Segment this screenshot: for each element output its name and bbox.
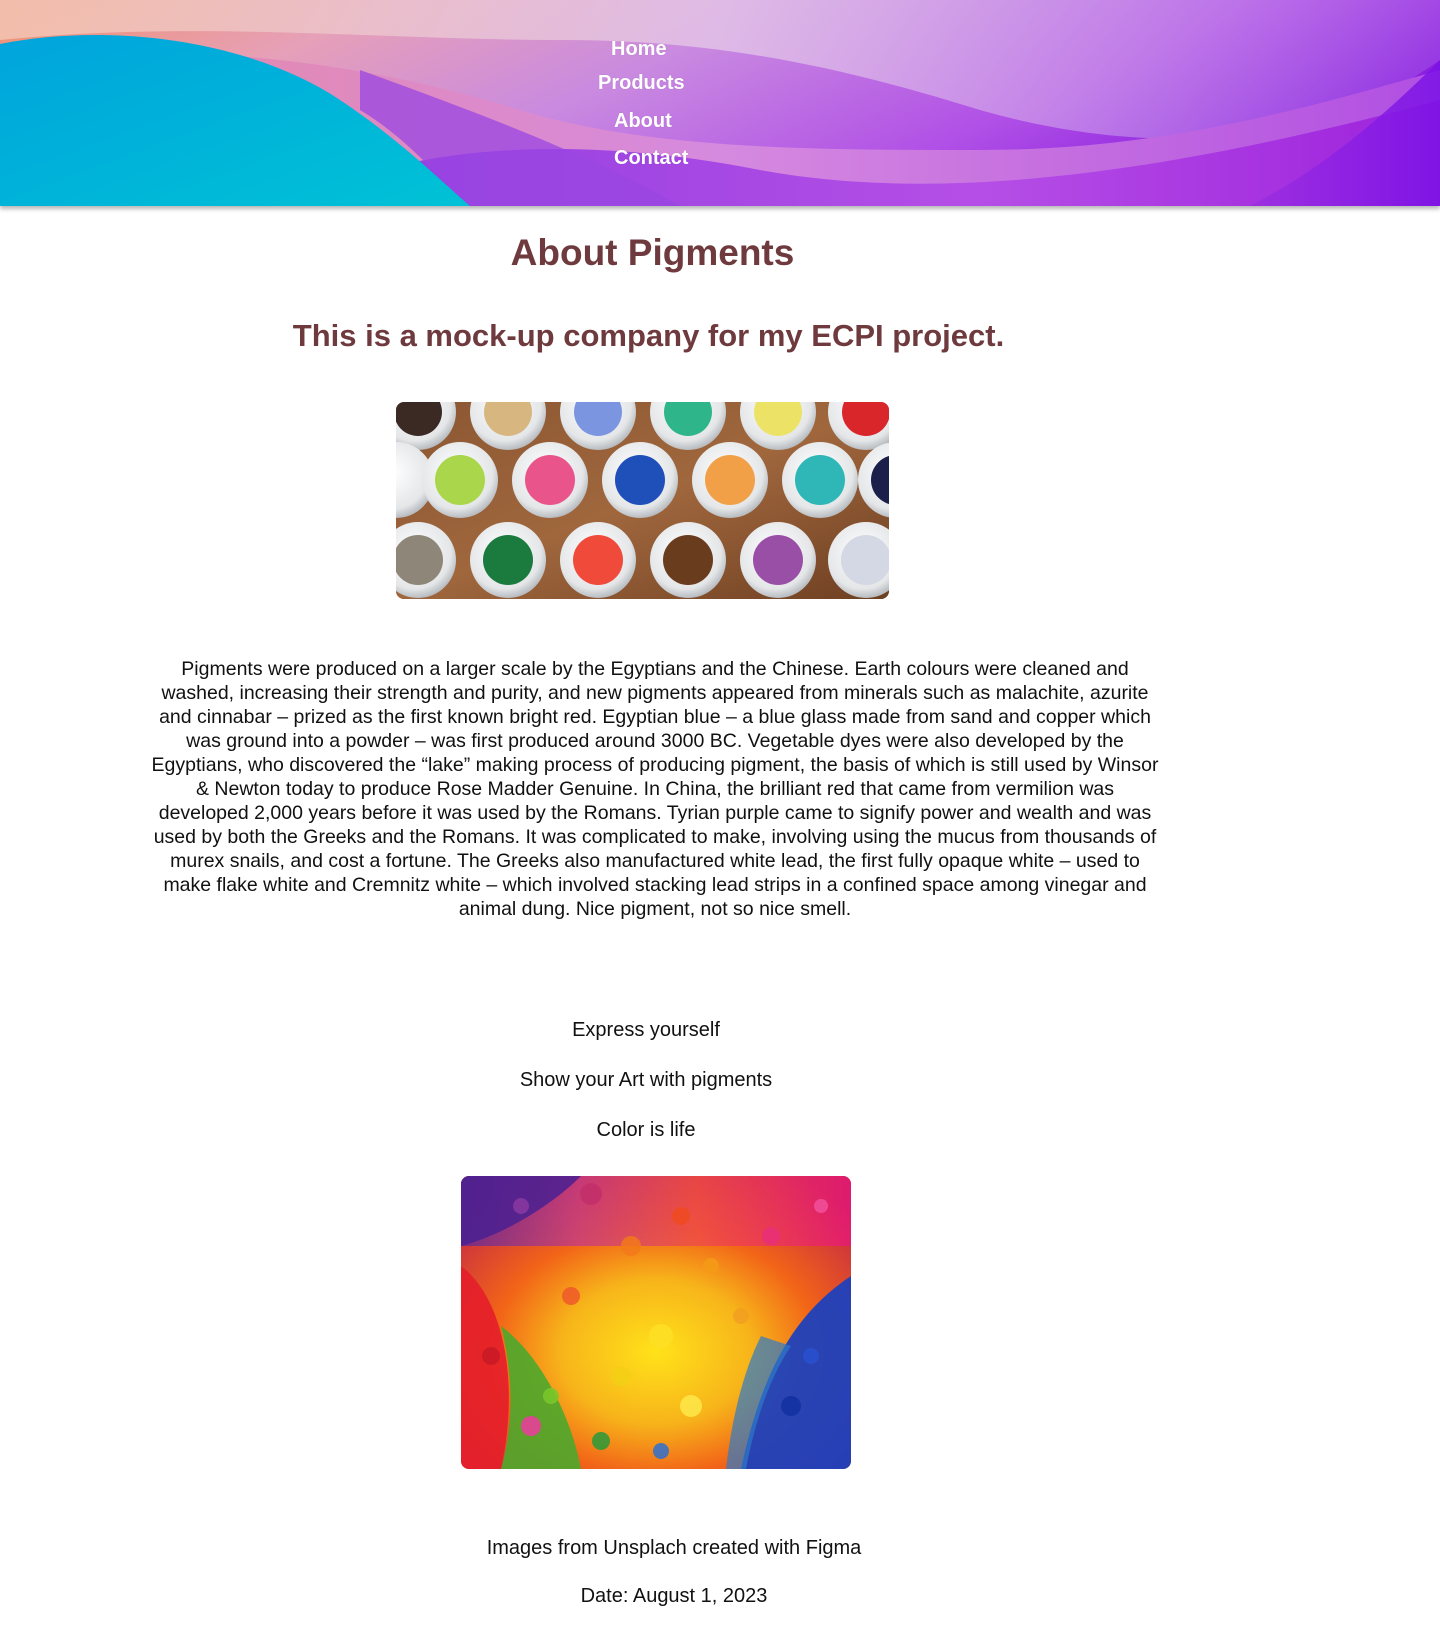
header-banner: Home Products About Contact [0,0,1440,206]
history-paragraph: Pigments were produced on a larger scale… [151,658,1159,920]
rainbow-powder-image [461,1176,851,1469]
main-nav: Home Products About Contact [0,0,1440,206]
page: Home Products About Contact About Pigmen… [0,0,1440,1636]
tagline-show-art: Show your Art with pigments [519,1069,773,1091]
nav-link-products[interactable]: Products [598,72,685,95]
nav-link-home[interactable]: Home [611,38,667,61]
tagline-color-life: Color is life [596,1119,696,1141]
nav-link-about[interactable]: About [614,110,672,133]
tagline-express: Express yourself [572,1019,720,1041]
pigment-bowls-illustration [396,402,889,599]
pigment-bowls-image [396,402,889,599]
page-date: Date: August 1, 2023 [580,1585,768,1607]
page-title: About Pigments [510,232,795,273]
image-credit: Images from Unsplach created with Figma [486,1537,862,1559]
page-subtitle: This is a mock-up company for my ECPI pr… [292,318,1005,353]
nav-link-contact[interactable]: Contact [614,147,688,170]
rainbow-powder-illustration [461,1176,851,1469]
